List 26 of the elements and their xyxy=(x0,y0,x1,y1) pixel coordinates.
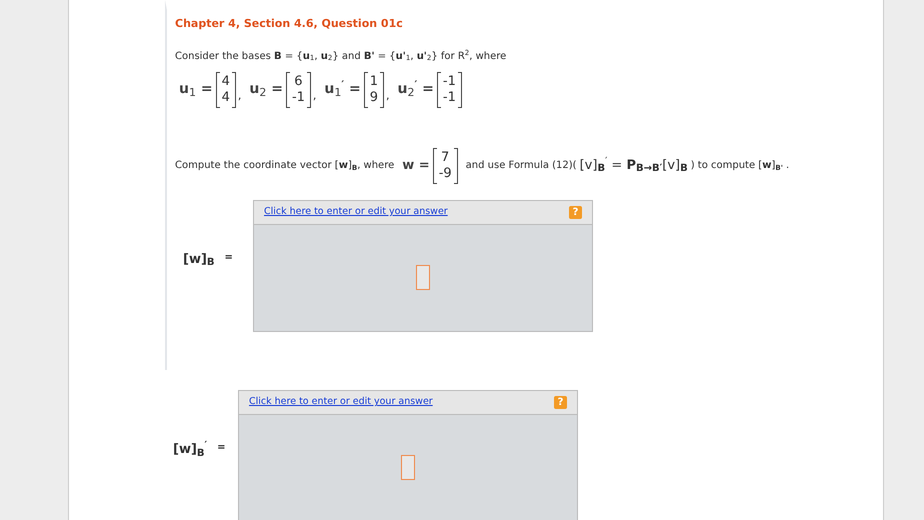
equals-sign: = xyxy=(217,441,226,455)
input-cursor-box[interactable] xyxy=(416,264,430,290)
equals-sign: = xyxy=(224,250,233,264)
question-text: Compute the coordinate vector [w]$_{B}$, where xyxy=(175,159,394,173)
answer-label: [w]$_{B}$ xyxy=(183,250,215,269)
matrix: -1 -1 xyxy=(436,72,462,108)
vector-label: u$_{1}$ = xyxy=(179,80,213,100)
matrix: 6 -1 xyxy=(286,72,311,108)
comma: , xyxy=(386,88,390,104)
matrix: 4 4 xyxy=(216,72,236,108)
question-text: Consider the bases B = {u$_{1}$, u$_{2}$} and B' = {u'$_{1}$, u'$_{2}$} for R$^{2}$, where xyxy=(175,48,508,64)
input-cursor-box[interactable] xyxy=(401,455,415,480)
comma: , xyxy=(312,88,316,104)
comma: , xyxy=(238,88,242,104)
answer-link[interactable]: Click here to enter or edit your answer xyxy=(249,395,433,410)
question-text: and use Formula (12)( xyxy=(466,159,577,173)
formula: [v]$_{B}$$^{′}$ = P$_{B→B′}$[v]$_{B}$ xyxy=(580,156,688,176)
answer-link[interactable]: Click here to enter or edit your answer xyxy=(264,204,448,220)
vector-label: w = xyxy=(402,156,430,175)
vector-label: u$_{2}$ = xyxy=(249,80,283,100)
vector-label: u$_{1}$$^{′}$ = xyxy=(324,79,361,100)
matrix: 7 -9 xyxy=(432,148,458,184)
question-title: Chapter 4, Section 4.6, Question 01c xyxy=(175,16,404,32)
question-text: ) to compute [w]$_{B'}$ . xyxy=(690,159,790,173)
matrix: 1 9 xyxy=(364,72,384,108)
vector-label: u$_{2}$$^{′}$ = xyxy=(398,79,434,100)
